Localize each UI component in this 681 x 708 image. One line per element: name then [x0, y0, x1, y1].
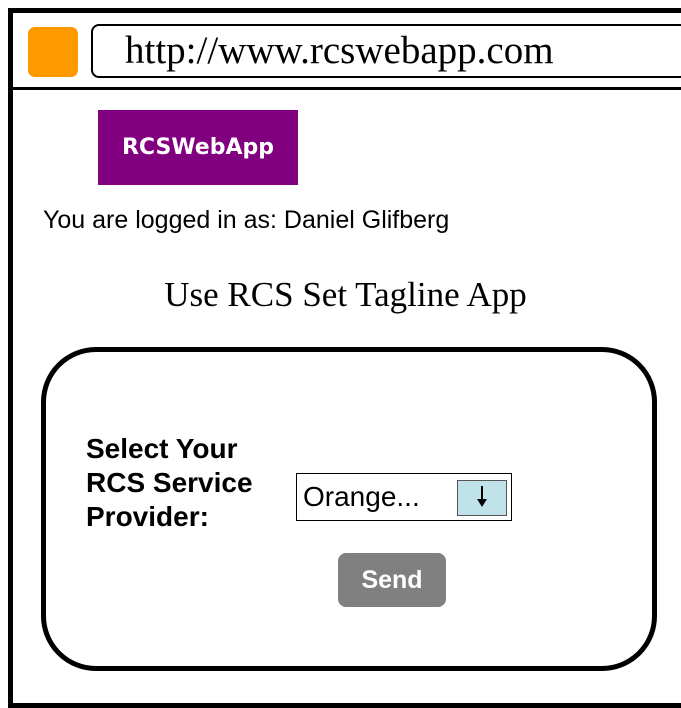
browser-window: http://www.rcswebapp.com RCSWebApp You a…	[8, 8, 681, 708]
arrow-down-icon	[477, 486, 487, 507]
page-title: Use RCS Set Tagline App	[164, 275, 527, 314]
app-logo: RCSWebApp	[98, 110, 298, 185]
provider-form-panel: Select Your RCS Service Provider: Orange…	[41, 347, 657, 671]
login-status-text: You are logged in as: Daniel Glifberg	[43, 206, 450, 234]
provider-label: Select Your RCS Service Provider:	[86, 433, 253, 532]
provider-select[interactable]: Orange...	[296, 473, 512, 521]
address-bar[interactable]: http://www.rcswebapp.com	[91, 24, 681, 78]
provider-selected-value: Orange...	[303, 481, 420, 512]
dropdown-toggle-button[interactable]	[457, 480, 507, 516]
window-control-button[interactable]	[28, 27, 78, 77]
send-button[interactable]: Send	[338, 553, 446, 607]
browser-toolbar: http://www.rcswebapp.com	[13, 13, 681, 90]
